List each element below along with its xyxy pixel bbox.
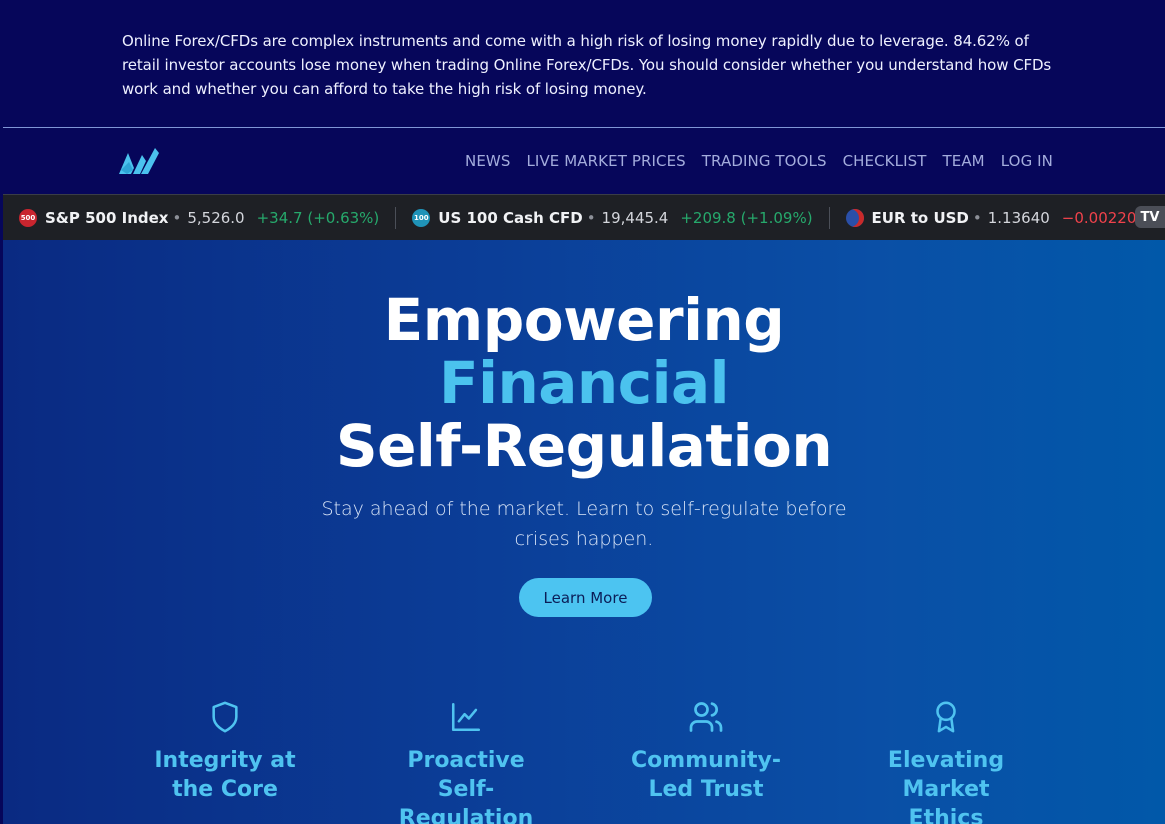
ticker-change: +34.7 (+0.63%) xyxy=(256,208,380,227)
feature-card: Community-Led Trust xyxy=(626,698,786,804)
page: Online Forex/CFDs are complex instrument… xyxy=(3,0,1165,824)
sp500-icon: 500 xyxy=(19,208,37,227)
hero-section: Empowering Financial Self-Regulation Sta… xyxy=(3,240,1165,824)
shield-icon xyxy=(212,701,238,733)
ticker-name: S&P 500 Index xyxy=(45,208,169,227)
feature-card: Integrity at the Core xyxy=(145,698,305,804)
separator-dot: • xyxy=(172,208,182,227)
learn-more-button[interactable]: Learn More xyxy=(519,578,652,617)
nav-item-team[interactable]: TEAM xyxy=(942,152,984,170)
nasdaq100-icon: 100 xyxy=(412,208,431,227)
hero-title-line-1: Empowering xyxy=(383,286,785,354)
separator-dot: • xyxy=(972,208,982,227)
feature-title: Proactive Self-Regulation xyxy=(398,748,534,824)
award-icon xyxy=(936,701,956,733)
ticker-item[interactable]: 100 US 100 Cash CFD • 19,445.4 +209.8 (+… xyxy=(396,206,830,229)
top-nav: NEWS LIVE MARKET PRICES TRADING TOOLS CH… xyxy=(3,128,1165,194)
feature-card: Elevating Market Ethics xyxy=(866,698,1026,824)
ticker-tape[interactable]: 500 S&P 500 Index • 5,526.0 +34.7 (+0.63… xyxy=(3,194,1165,241)
ticker-item[interactable]: EUR to USD • 1.13640 −0.00220 (−0.19%) xyxy=(830,207,1165,229)
ticker-price: 1.13640 xyxy=(987,208,1050,227)
hero-title-line-3: Self-Regulation xyxy=(335,412,833,480)
separator-dot: • xyxy=(586,208,596,227)
nav-menu: NEWS LIVE MARKET PRICES TRADING TOOLS CH… xyxy=(465,128,1053,194)
ticker-item[interactable]: 500 S&P 500 Index • 5,526.0 +34.7 (+0.63… xyxy=(3,206,397,229)
eur-usd-flag-icon xyxy=(845,208,864,227)
feature-title: Integrity at the Core xyxy=(154,748,296,802)
line-chart-icon xyxy=(451,702,481,732)
feature-card: Proactive Self-Regulation xyxy=(386,698,546,824)
nav-item-trading-tools[interactable]: TRADING TOOLS xyxy=(702,152,827,170)
logo-icon[interactable] xyxy=(119,148,159,174)
nav-item-live-market-prices[interactable]: LIVE MARKET PRICES xyxy=(526,152,685,170)
ticker-price: 19,445.4 xyxy=(601,208,669,227)
ticker-name: US 100 Cash CFD xyxy=(438,208,583,227)
feature-title: Elevating Market Ethics xyxy=(887,748,1005,824)
ticker-price: 5,526.0 xyxy=(187,208,245,227)
hero-subtitle: Stay ahead of the market. Learn to self-… xyxy=(321,498,847,550)
hero-title-line-2: Financial xyxy=(438,349,730,417)
ticker-name: EUR to USD xyxy=(871,208,969,227)
ticker-change: +209.8 (+1.09%) xyxy=(680,208,813,227)
tradingview-logo-icon[interactable]: TV xyxy=(1135,206,1165,228)
users-icon xyxy=(689,702,723,732)
nav-item-log-in[interactable]: LOG IN xyxy=(1001,152,1053,170)
nav-item-news[interactable]: NEWS xyxy=(465,152,510,170)
risk-warning-banner: Online Forex/CFDs are complex instrument… xyxy=(3,0,1165,128)
risk-warning-text: Online Forex/CFDs are complex instrument… xyxy=(122,32,1052,98)
nav-item-checklist[interactable]: CHECKLIST xyxy=(843,152,927,170)
feature-title: Community-Led Trust xyxy=(631,748,781,802)
